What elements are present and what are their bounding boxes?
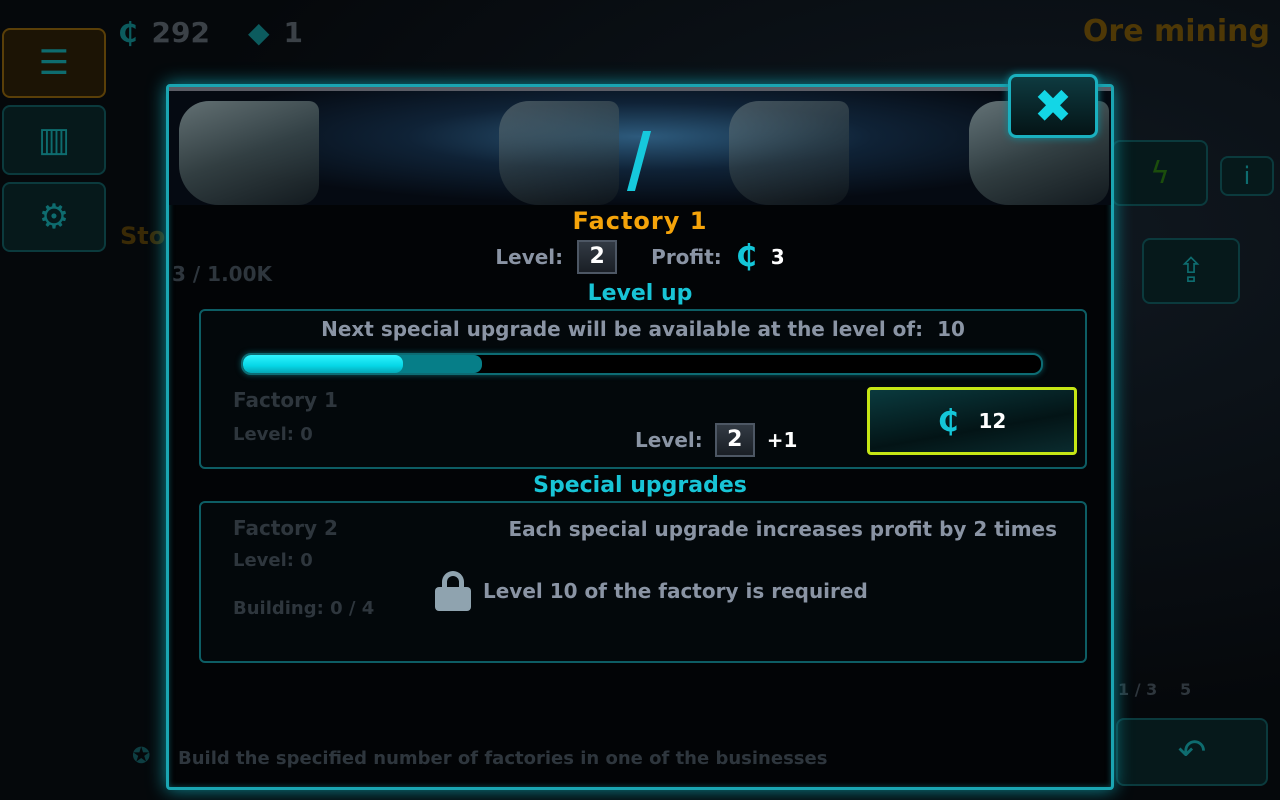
level-up-cost: 12 <box>978 409 1007 433</box>
bg-factory-2-name: Factory 2 <box>233 516 338 540</box>
upload-icon: ⇪ <box>1176 251 1206 291</box>
bg-factory-2-level: Level: 0 <box>233 550 313 571</box>
banner-light <box>626 131 652 191</box>
factory-banner-image <box>169 87 1111 205</box>
boost-button[interactable]: ϟ <box>1112 140 1208 206</box>
gear-icon: ⚙ <box>38 197 70 237</box>
factory-title: Factory 1 <box>572 207 708 235</box>
coin-icon: ₵ <box>118 16 138 49</box>
quest-reward: 5 <box>1180 680 1192 699</box>
quest-text: Build the specified number of factories … <box>178 748 828 769</box>
info-icon: i <box>1243 162 1251 190</box>
level-up-buy-button[interactable]: ₵ 12 <box>867 387 1077 455</box>
bg-factory-2-building: Building: 0 / 4 <box>233 598 375 619</box>
banner-mech-left <box>179 101 319 205</box>
level-progress-bar <box>241 353 1043 375</box>
special-upgrades-heading: Special upgrades <box>533 473 747 498</box>
level-increment: +1 <box>766 428 798 452</box>
next-special-text: Next special upgrade will be available a… <box>321 317 965 341</box>
special-description: Each special upgrade increases profit by… <box>508 517 1058 541</box>
next-level-row: Level: 2 +1 <box>635 423 797 457</box>
banner-mech-mid-right <box>729 101 849 205</box>
buildings-icon: ▥ <box>37 120 71 160</box>
progress-current-fill <box>243 355 403 373</box>
nav-buildings-button[interactable]: ▥ <box>2 105 106 175</box>
back-arrow-icon: ↶ <box>1177 732 1207 772</box>
nav-list-button[interactable]: ☰ <box>2 28 106 98</box>
factory-stats: Level: 2 Profit: ₵ 3 <box>169 239 1111 274</box>
page-title: Ore mining <box>1082 14 1270 49</box>
upload-button[interactable]: ⇪ <box>1142 238 1240 304</box>
level-value: 2 <box>577 239 618 274</box>
bg-factory-1-name: Factory 1 <box>233 388 338 412</box>
gem-icon: ◆ <box>247 16 270 49</box>
coins-value: 292 <box>151 16 210 49</box>
level-label: Level: <box>495 244 564 269</box>
levelup-heading: Level up <box>587 281 693 306</box>
coin-icon: ₵ <box>937 403 959 439</box>
list-icon: ☰ <box>38 43 70 83</box>
next-level-label: Level: <box>635 428 703 452</box>
close-icon: ✖ <box>1033 79 1073 133</box>
quest-award-icon: ✪ <box>132 744 151 769</box>
gems-value: 1 <box>283 16 303 49</box>
quest-progress: 1 / 3 <box>1118 680 1158 699</box>
coin-icon: ₵ <box>735 239 757 274</box>
currency-bar: ₵ 292 ◆ 1 <box>118 16 303 49</box>
profit-value: 3 <box>770 244 785 269</box>
next-level-value: 2 <box>714 423 755 457</box>
nav-settings-button[interactable]: ⚙ <box>2 182 106 252</box>
info-button[interactable]: i <box>1220 156 1274 196</box>
profit-label: Profit: <box>651 244 722 269</box>
storage-value: 3 / 1.00K <box>172 262 272 286</box>
bg-factory-1-level: Level: 0 <box>233 424 313 445</box>
locked-requirement-text: Level 10 of the factory is required <box>483 579 868 603</box>
lightning-icon: ϟ <box>1150 155 1170 191</box>
back-button[interactable]: ↶ <box>1116 718 1268 786</box>
banner-mech-mid-left <box>499 101 619 205</box>
lock-icon <box>435 571 471 611</box>
close-button[interactable]: ✖ <box>1008 74 1098 138</box>
